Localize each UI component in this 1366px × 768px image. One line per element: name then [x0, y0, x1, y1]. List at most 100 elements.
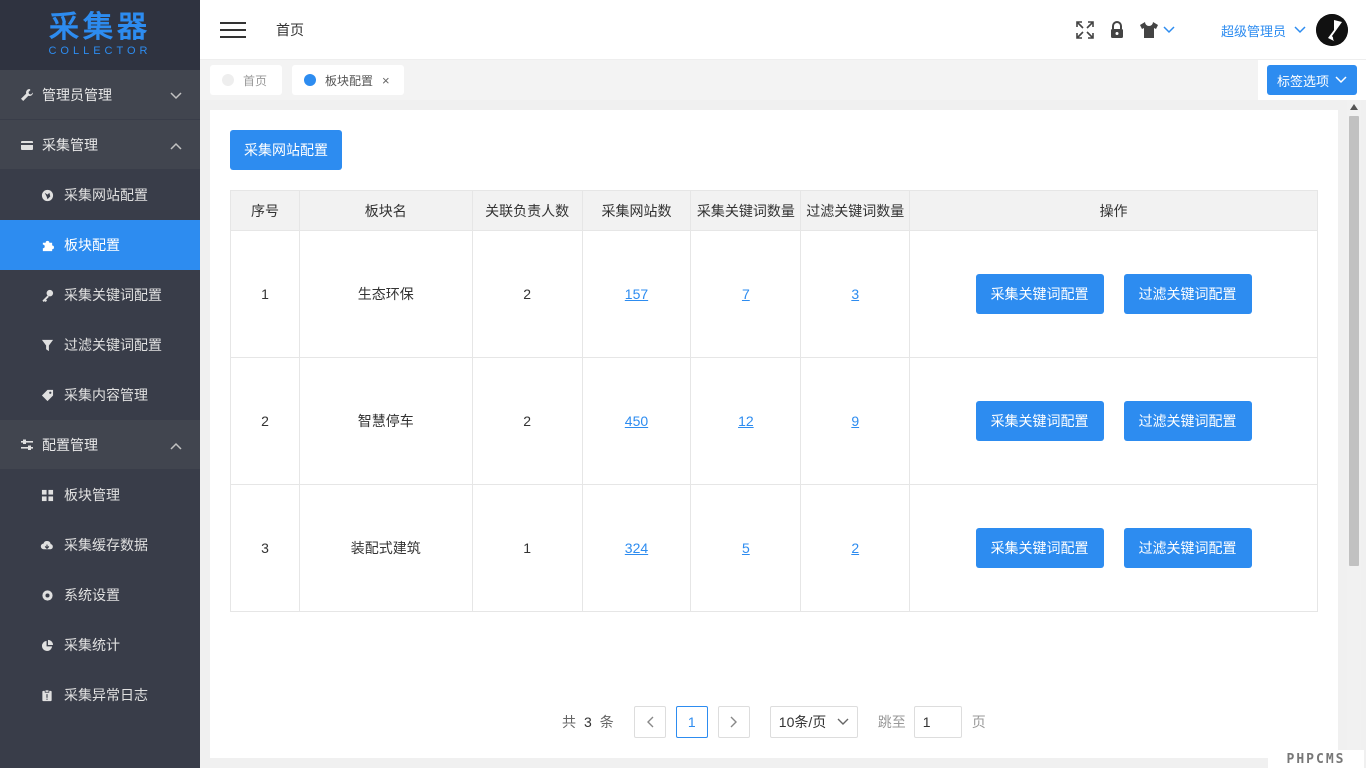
- avatar[interactable]: [1316, 14, 1348, 46]
- tab-options-button[interactable]: 标签选项: [1266, 65, 1357, 95]
- chevron-down-icon: [837, 718, 849, 726]
- scrollbar-thumb[interactable]: [1349, 116, 1359, 566]
- page-number-button[interactable]: 1: [675, 706, 708, 738]
- column-header: 采集网站数: [581, 190, 692, 231]
- scroll-up-arrow-icon[interactable]: [1350, 104, 1358, 110]
- sidebar-item-system-settings[interactable]: 系统设置: [0, 570, 200, 620]
- cell-index: 2: [230, 357, 300, 485]
- jump-label: 跳至: [877, 714, 906, 730]
- cell-actions: 采集关键词配置 过滤关键词配置: [909, 357, 1318, 485]
- cell-index: 1: [230, 230, 300, 358]
- lock-icon[interactable]: [1109, 21, 1125, 39]
- chevron-down-icon[interactable]: [1163, 26, 1175, 34]
- tab-label: 板块配置: [325, 73, 374, 88]
- next-page-button[interactable]: [717, 706, 750, 738]
- chevron-down-icon: [1335, 76, 1347, 84]
- tab-options: 标签选项: [1258, 60, 1366, 100]
- sidebar-item-board-manage[interactable]: 板块管理: [0, 470, 200, 520]
- filters-link[interactable]: 9: [851, 413, 859, 429]
- wrench-icon: [20, 88, 34, 102]
- jump-suffix: 页: [971, 714, 986, 730]
- cell-owners: 1: [471, 484, 583, 612]
- chevron-down-icon[interactable]: [1294, 26, 1306, 34]
- nav-group-config[interactable]: 配置管理: [0, 420, 200, 470]
- sidebar: 采集器 COLLECTOR 管理员管理 采集管理 采集网站配置 板块配置 采集关…: [0, 0, 200, 768]
- sidebar-item-site-config[interactable]: 采集网站配置: [0, 170, 200, 220]
- sidebar-item-content-manage[interactable]: 采集内容管理: [0, 370, 200, 420]
- close-icon[interactable]: ×: [382, 73, 390, 88]
- nav-group-label: 配置管理: [42, 436, 98, 453]
- cell-owners: 2: [471, 230, 583, 358]
- sidebar-item-error-log[interactable]: 采集异常日志: [0, 670, 200, 720]
- nav-group-collect[interactable]: 采集管理: [0, 120, 200, 170]
- keyword-config-button[interactable]: 采集关键词配置: [975, 401, 1104, 441]
- filters-link[interactable]: 3: [851, 286, 859, 302]
- tab-label: 首页: [243, 73, 268, 88]
- page-size-select[interactable]: 10条/页: [769, 706, 858, 738]
- filter-config-button[interactable]: 过滤关键词配置: [1123, 401, 1252, 441]
- tab-options-label: 标签选项: [1276, 73, 1329, 89]
- cell-index: 3: [230, 484, 300, 612]
- tab-status-dot: [304, 74, 316, 86]
- header-home-link[interactable]: 首页: [276, 20, 304, 40]
- sites-link[interactable]: 324: [625, 540, 648, 556]
- sliders-icon: [20, 438, 34, 452]
- cell-actions: 采集关键词配置 过滤关键词配置: [909, 230, 1318, 358]
- cell-sites: 324: [581, 484, 692, 612]
- sidebar-item-statistics[interactable]: 采集统计: [0, 620, 200, 670]
- filter-config-button[interactable]: 过滤关键词配置: [1123, 528, 1252, 568]
- column-header: 操作: [909, 190, 1318, 231]
- fullscreen-icon[interactable]: [1075, 20, 1095, 40]
- site-config-button[interactable]: 采集网站配置: [230, 130, 342, 170]
- watermark: PHPCMS: [1268, 750, 1364, 768]
- filter-config-button[interactable]: 过滤关键词配置: [1123, 274, 1252, 314]
- chevron-left-icon: [646, 716, 654, 728]
- sidebar-item-board-config[interactable]: 板块配置: [0, 220, 200, 270]
- prev-page-button[interactable]: [633, 706, 666, 738]
- sites-link[interactable]: 450: [625, 413, 648, 429]
- sidebar-item-label: 采集缓存数据: [64, 537, 148, 553]
- board-table: 序号 板块名 关联负责人数 采集网站数 采集关键词数量 过滤关键词数量 操作 1…: [230, 190, 1318, 612]
- keywords-link[interactable]: 7: [742, 286, 750, 302]
- filters-link[interactable]: 2: [851, 540, 859, 556]
- tab-status-dot: [222, 74, 234, 86]
- main-content: 采集网站配置 序号 板块名 关联负责人数 采集网站数 采集关键词数量 过滤关键词…: [210, 110, 1338, 758]
- tab-home[interactable]: 首页: [210, 65, 282, 95]
- logo-title: 采集器: [49, 10, 151, 45]
- cell-filters: 2: [800, 484, 911, 612]
- user-name[interactable]: 超级管理员: [1221, 21, 1286, 40]
- sidebar-item-label: 采集统计: [64, 637, 120, 653]
- keywords-link[interactable]: 5: [742, 540, 750, 556]
- total-suffix: 条: [599, 714, 614, 730]
- cell-keywords: 5: [690, 484, 802, 612]
- keywords-link[interactable]: 12: [738, 413, 754, 429]
- vertical-scrollbar[interactable]: [1347, 100, 1361, 758]
- column-header: 序号: [230, 190, 300, 231]
- logo-subtitle: COLLECTOR: [48, 45, 152, 57]
- table-row: 1 生态环保 2 157 7 3 采集关键词配置 过滤关键词配置: [230, 230, 1318, 358]
- sidebar-item-filter-config[interactable]: 过滤关键词配置: [0, 320, 200, 370]
- tab-board-config[interactable]: 板块配置 ×: [292, 65, 404, 95]
- keyword-config-button[interactable]: 采集关键词配置: [975, 274, 1104, 314]
- nav-group-admin[interactable]: 管理员管理: [0, 70, 200, 120]
- cell-name: 智慧停车: [298, 357, 473, 485]
- sidebar-item-keyword-config[interactable]: 采集关键词配置: [0, 270, 200, 320]
- total-prefix: 共: [562, 714, 576, 730]
- total-count: 3: [584, 714, 592, 730]
- column-header: 关联负责人数: [471, 190, 583, 231]
- chevron-up-icon: [170, 437, 182, 453]
- gear-icon: [40, 588, 54, 602]
- sites-link[interactable]: 157: [625, 286, 648, 302]
- jump-page-input[interactable]: 1: [913, 706, 962, 738]
- cloud-icon: [40, 538, 54, 552]
- cell-filters: 3: [800, 230, 911, 358]
- theme-shirt-icon[interactable]: [1139, 21, 1159, 39]
- menu-toggle-icon[interactable]: [220, 17, 246, 43]
- sidebar-item-label: 采集关键词配置: [64, 287, 162, 303]
- sidebar-item-cache-data[interactable]: 采集缓存数据: [0, 520, 200, 570]
- key-icon: [40, 288, 54, 302]
- cell-actions: 采集关键词配置 过滤关键词配置: [909, 484, 1318, 612]
- keyword-config-button[interactable]: 采集关键词配置: [975, 528, 1104, 568]
- filter-icon: [40, 338, 54, 352]
- nav-group-label: 管理员管理: [42, 86, 112, 103]
